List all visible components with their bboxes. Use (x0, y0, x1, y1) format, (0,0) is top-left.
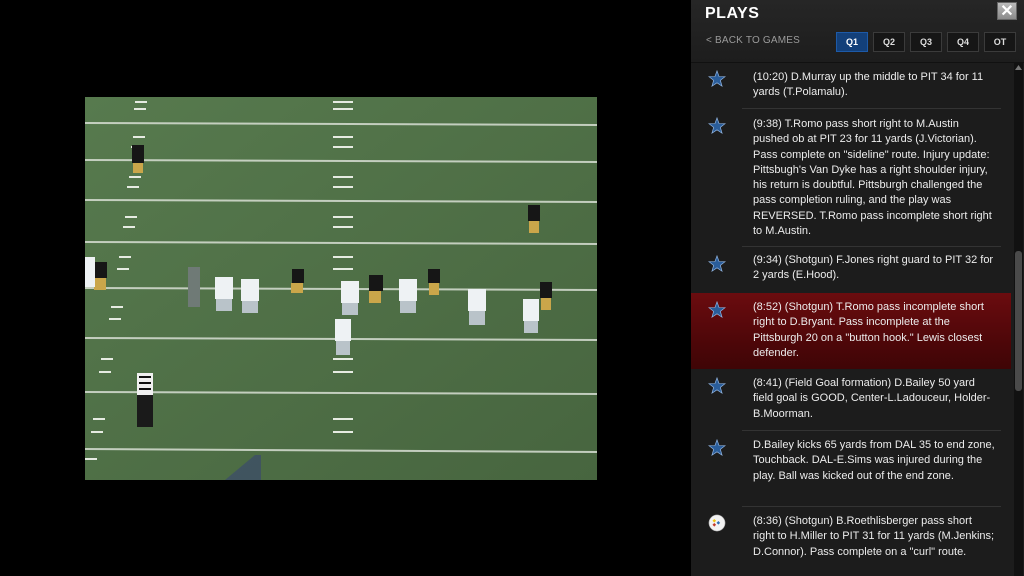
back-to-games-link[interactable]: < BACK TO GAMES (706, 35, 800, 46)
tab-q1[interactable]: Q1 (836, 32, 868, 52)
quarter-tabs: Q1 Q2 Q3 Q4 OT (836, 32, 1016, 52)
cowboys-star-icon (708, 117, 726, 135)
play-text: (9:38) T.Romo pass short right to M.Aust… (753, 118, 992, 238)
play-item[interactable]: (10:20) D.Murray up the middle to PIT 34… (691, 63, 1011, 109)
tab-ot[interactable]: OT (984, 32, 1016, 52)
play-item-selected[interactable]: (8:52) (Shotgun) T.Romo pass incomplete … (691, 293, 1011, 369)
steelers-logo-icon (708, 514, 726, 532)
plays-panel: PLAYS ✕ < BACK TO GAMES Q1 Q2 Q3 Q4 OT (… (691, 0, 1024, 576)
game-video-frame[interactable] (85, 97, 597, 480)
tab-q3[interactable]: Q3 (910, 32, 942, 52)
plays-scrollbar[interactable] (1014, 63, 1023, 576)
play-text: (8:41) (Field Goal formation) D.Bailey 5… (753, 377, 991, 420)
cowboys-star-icon (708, 255, 726, 273)
scroll-thumb[interactable] (1015, 251, 1022, 391)
play-text: (9:34) (Shotgun) F.Jones right guard to … (753, 254, 994, 282)
play-text: (10:20) D.Murray up the middle to PIT 34… (753, 71, 984, 99)
scroll-up-arrow-icon[interactable] (1014, 63, 1023, 72)
tab-q4[interactable]: Q4 (947, 32, 979, 52)
play-text: D.Bailey kicks 65 yards from DAL 35 to e… (753, 439, 995, 482)
play-item[interactable]: (9:38) T.Romo pass short right to M.Aust… (691, 109, 1011, 247)
play-item[interactable]: (8:41) (Field Goal formation) D.Bailey 5… (691, 369, 1011, 431)
football-field-image (85, 97, 597, 480)
play-item[interactable]: D.Bailey kicks 65 yards from DAL 35 to e… (691, 431, 1011, 507)
close-button[interactable]: ✕ (997, 2, 1017, 20)
panel-header: PLAYS ✕ < BACK TO GAMES Q1 Q2 Q3 Q4 OT (691, 0, 1024, 63)
play-item[interactable]: (9:34) (Shotgun) F.Jones right guard to … (691, 247, 1011, 293)
plays-list: (10:20) D.Murray up the middle to PIT 34… (691, 63, 1011, 576)
cowboys-star-icon (708, 377, 726, 395)
play-text: (8:36) (Shotgun) B.Roethlisberger pass s… (753, 515, 995, 558)
panel-title: PLAYS (705, 5, 760, 22)
cowboys-star-icon (708, 439, 726, 457)
tab-q2[interactable]: Q2 (873, 32, 905, 52)
play-text: (8:52) (Shotgun) T.Romo pass incomplete … (753, 301, 984, 359)
cowboys-star-icon (708, 301, 726, 319)
close-icon: ✕ (1000, 3, 1014, 20)
cowboys-star-icon (708, 70, 726, 88)
play-item[interactable]: (8:36) (Shotgun) B.Roethlisberger pass s… (691, 507, 1011, 576)
